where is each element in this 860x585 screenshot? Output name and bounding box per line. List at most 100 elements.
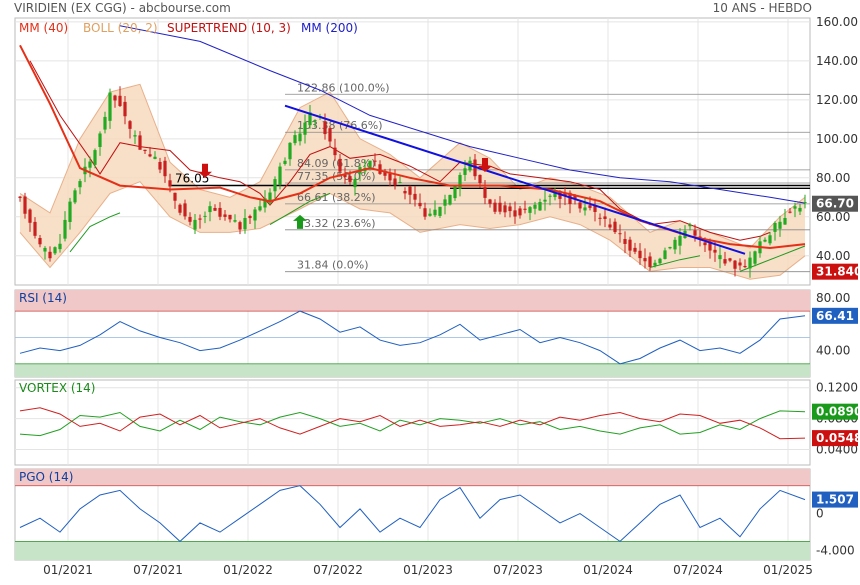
candle-body — [113, 95, 117, 101]
price-y-tick: 40.00 — [816, 249, 850, 263]
candle-body — [253, 209, 257, 221]
fib-level-label: 31.84 (0.0%) — [297, 259, 369, 272]
candle-body — [333, 147, 337, 156]
candle-body — [588, 205, 592, 208]
fib-level-label: 53.32 (23.6%) — [297, 217, 376, 230]
candle-body — [58, 243, 62, 250]
candle-body — [328, 128, 332, 142]
pgo-y-tick: -4.000 — [816, 544, 855, 558]
candle-body — [168, 180, 172, 187]
last-price-badge: 66.70 — [812, 195, 858, 212]
price-y-tick: 160.00 — [816, 15, 858, 29]
candle-body — [583, 207, 587, 211]
candle-body — [408, 186, 412, 195]
candle-body — [738, 262, 742, 266]
vortex-plus-badge-text: 0.0890 — [816, 405, 860, 419]
candle-body — [788, 211, 792, 213]
candle-body — [313, 120, 317, 122]
candle-body — [78, 181, 82, 188]
chart-canvas: VIRIDIEN (EX CGG) - abcbourse.com 10 ANS… — [14, 1, 860, 577]
candle-body — [123, 101, 127, 117]
candle-body — [73, 190, 77, 203]
candle-body — [773, 222, 777, 232]
candle-body — [203, 215, 207, 217]
candle-body — [433, 209, 437, 216]
candle-body — [448, 194, 452, 205]
candle-body — [248, 215, 252, 219]
candle-body — [438, 206, 442, 216]
x-tick-label: 01/2024 — [583, 563, 633, 577]
candle-body — [303, 122, 307, 135]
candle-body — [443, 199, 447, 206]
candle-body — [218, 207, 222, 217]
candle-body — [288, 142, 292, 160]
candle-body — [723, 259, 727, 264]
candle-body — [243, 217, 247, 230]
candle-body — [693, 230, 697, 236]
candle-body — [458, 174, 462, 189]
candle-body — [743, 265, 747, 268]
candle-body — [533, 204, 537, 209]
candle-body — [763, 239, 767, 242]
fib-low-badge: 31.840 — [812, 263, 860, 280]
candle-body — [643, 258, 647, 262]
candle-body — [298, 133, 302, 142]
candle-body — [43, 247, 47, 252]
candle-body — [608, 224, 612, 228]
candle-body — [403, 191, 407, 194]
pgo-y-tick: 0 — [816, 507, 824, 521]
candle-body — [28, 209, 32, 223]
candle-body — [538, 201, 542, 211]
candle-body — [628, 239, 632, 251]
candle-body — [198, 218, 202, 220]
candle-body — [378, 164, 382, 174]
chart-layer: 01/2021 07/2021 01/2022 07/2022 01/2023 07/20… — [14, 15, 860, 577]
fib-low-badge-text: 31.840 — [816, 265, 860, 279]
price-y-tick: 140.00 — [816, 54, 858, 68]
x-tick-label: 07/2023 — [493, 563, 543, 577]
candle-body — [768, 235, 772, 244]
candle-body — [713, 249, 717, 253]
candle-body — [778, 221, 782, 229]
candle-body — [293, 135, 297, 144]
candle-body — [498, 202, 502, 212]
rsi-last-badge-text: 66.41 — [816, 309, 854, 323]
candle-body — [508, 206, 512, 212]
candle-body — [418, 202, 422, 207]
candle-body — [493, 202, 497, 212]
candle-body — [33, 221, 37, 236]
candle-body — [338, 158, 342, 172]
candle-body — [618, 233, 622, 235]
candle-body — [273, 179, 277, 192]
x-tick-label: 01/2023 — [403, 563, 453, 577]
candle-body — [153, 156, 157, 159]
candle-body — [703, 242, 707, 246]
candle-body — [53, 247, 57, 254]
rsi-title: RSI (14) — [19, 291, 67, 305]
rsi-y-tick: 80.00 — [816, 291, 850, 305]
price-y-tick: 80.00 — [816, 171, 850, 185]
pgo-oversold-zone — [15, 541, 810, 560]
candle-body — [798, 207, 802, 212]
candle-body — [488, 199, 492, 204]
candle-body — [143, 149, 147, 152]
candle-body — [648, 256, 652, 267]
candle-body — [213, 207, 217, 211]
vortex-title: VORTEX (14) — [19, 381, 96, 395]
candle-body — [783, 217, 787, 225]
candle-body — [668, 246, 672, 249]
candle-body — [278, 166, 282, 185]
candle-body — [18, 196, 22, 198]
candle-body — [228, 214, 232, 220]
candle-body — [173, 192, 177, 201]
candle-body — [38, 237, 42, 245]
candle-body — [373, 160, 377, 162]
candle-body — [103, 116, 107, 130]
candle-body — [633, 247, 637, 252]
candle-body — [413, 193, 417, 200]
candle-body — [543, 199, 547, 202]
pgo-title: PGO (14) — [19, 470, 73, 484]
candle-body — [88, 161, 92, 168]
vortex-plus-badge: 0.0890 — [812, 403, 860, 420]
vortex-y-tick: 0.1200 — [816, 381, 858, 395]
